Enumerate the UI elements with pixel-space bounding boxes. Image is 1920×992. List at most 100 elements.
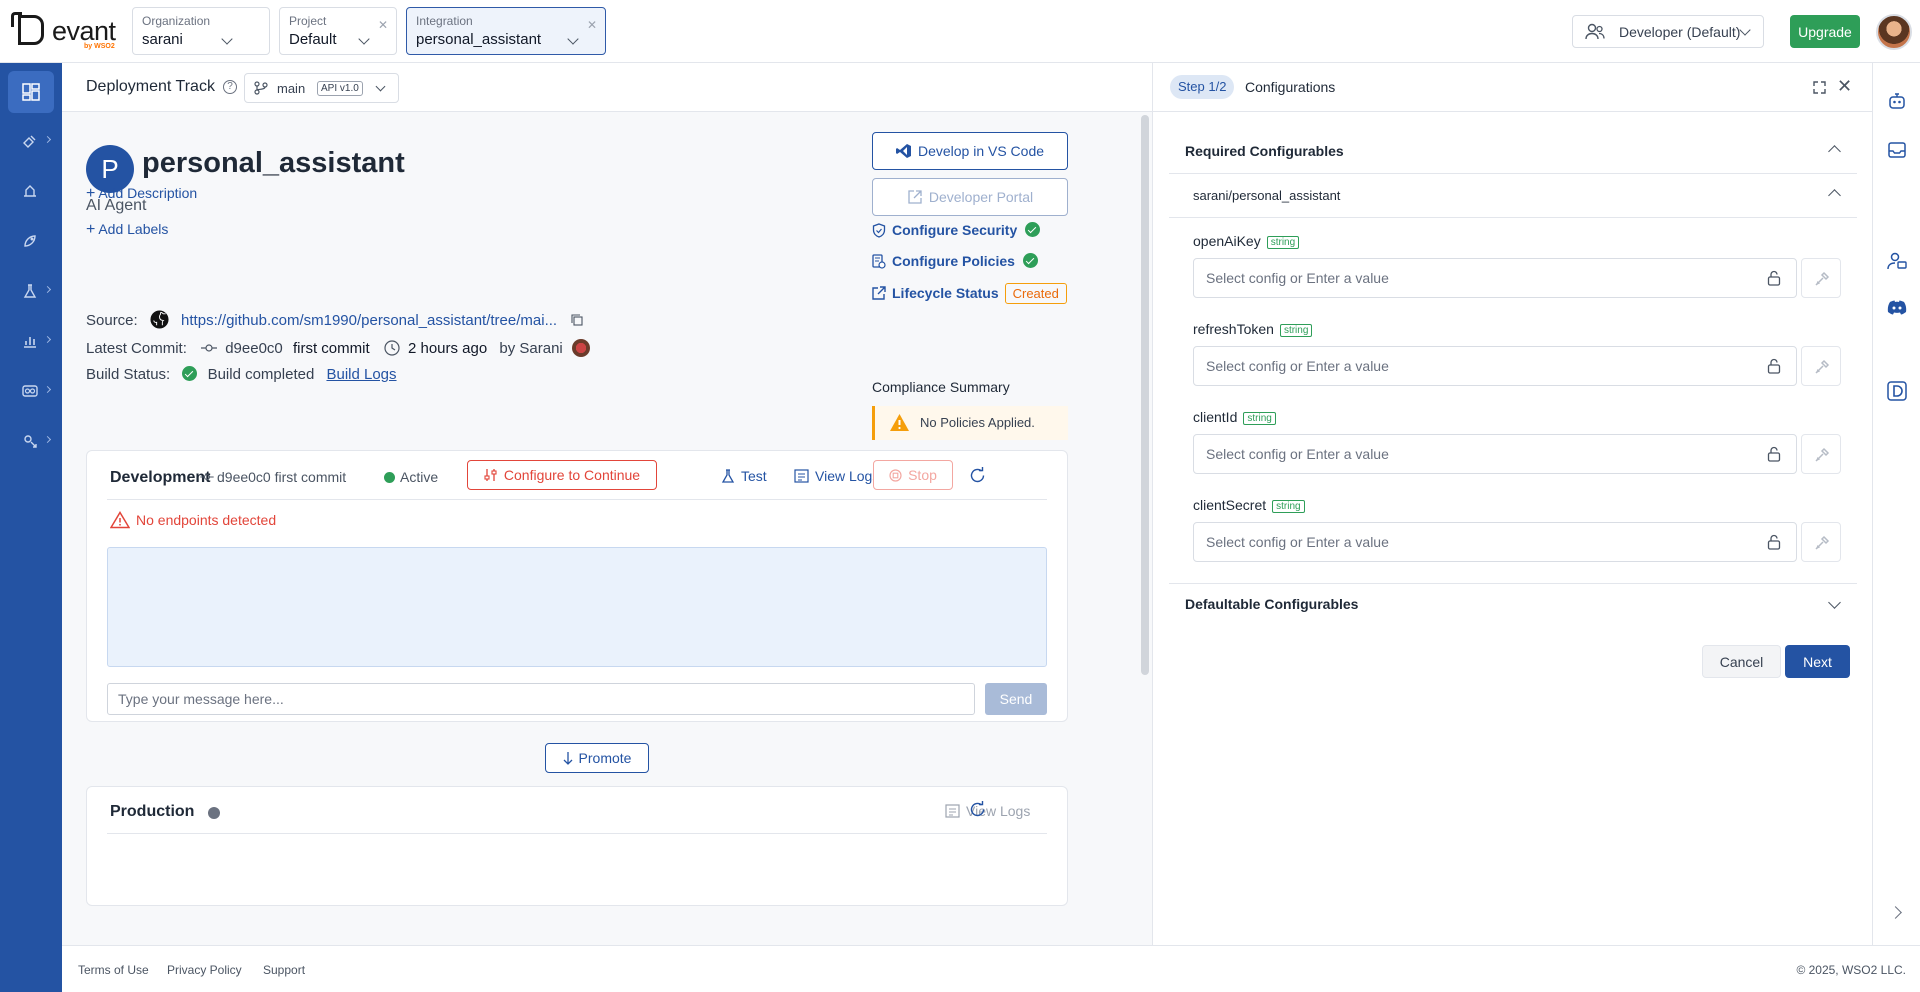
test-label: Test [741,468,767,484]
cancel-button[interactable]: Cancel [1702,645,1781,678]
type-badge: string [1266,236,1300,249]
secret-picker-button[interactable] [1801,434,1841,474]
send-button[interactable]: Send [985,683,1047,715]
rocket-icon [24,235,36,247]
development-commit-text: d9ee0c0 first commit [217,469,347,485]
support-agent-icon[interactable] [1887,251,1907,271]
lifecycle-status-label: Lifecycle Status [892,285,999,301]
nav-test[interactable] [8,271,54,313]
arrow-down-icon [563,752,572,765]
help-icon[interactable]: ? [223,80,237,94]
clientsecret-input[interactable] [1193,522,1797,562]
promote-button[interactable]: Promote [545,743,649,773]
nav-observability[interactable] [8,321,54,363]
refresh-icon[interactable] [969,801,986,818]
configurations-panel: Step 1/2 Configurations ✕ Required Confi… [1152,63,1873,945]
secret-picker-button[interactable] [1801,522,1841,562]
user-avatar[interactable] [1876,14,1912,50]
pipette-icon [1815,359,1830,374]
copy-icon[interactable] [571,314,583,326]
development-status-text: Active [400,469,439,485]
secret-picker-button[interactable] [1801,258,1841,298]
clear-project-icon[interactable]: ✕ [378,18,388,32]
nav-settings[interactable] [8,421,54,463]
view-logs-link[interactable]: View Logs [794,468,879,484]
nav-deploy[interactable] [8,171,54,213]
organization-value: sarani [142,31,183,48]
add-labels-link[interactable]: + Add Labels [86,221,168,239]
upgrade-button[interactable]: Upgrade [1790,15,1860,48]
build-logs-link[interactable]: Build Logs [326,366,396,383]
stop-button[interactable]: Stop [873,460,953,490]
organization-selector[interactable]: Organization sarani [132,7,270,55]
compliance-summary-title: Compliance Summary [872,379,1010,395]
field-label-openaikey: openAiKey string [1193,233,1300,249]
privacy-link[interactable]: Privacy Policy [167,963,242,977]
fullscreen-icon[interactable] [1813,81,1826,94]
deployment-track-title: Deployment Track [86,78,215,95]
type-badge: string [1243,412,1276,425]
build-status-row: Build Status: Build completed Build Logs [86,366,397,383]
plus-icon: + [86,185,96,202]
configure-security-link[interactable]: Configure Security [872,222,1041,238]
support-link[interactable]: Support [263,963,305,977]
defaultable-configurables-header[interactable]: Defaultable Configurables [1169,583,1857,623]
chevron-right-icon [43,285,52,294]
commit-author: by Sarani [499,340,563,357]
copyright: © 2025, WSO2 LLC. [1796,963,1906,977]
clock-icon [384,340,400,356]
lock-icon[interactable] [1767,534,1781,550]
check-circle-icon [182,366,198,381]
add-description-link[interactable]: + Add Description [86,185,197,203]
next-button[interactable]: Next [1785,645,1850,678]
lock-icon[interactable] [1767,358,1781,374]
branch-name: main [277,81,306,96]
close-icon[interactable]: ✕ [1837,76,1852,97]
logo-subtext: by WSO2 [84,43,115,50]
inbox-icon[interactable] [1887,140,1907,160]
commit-hash: d9ee0c0 [225,340,283,357]
nav-overview[interactable] [8,71,54,113]
lifecycle-status-link[interactable]: Lifecycle Status Created [872,283,1067,304]
configure-to-continue-button[interactable]: Configure to Continue [467,460,657,490]
discord-icon[interactable] [1887,300,1907,316]
terms-link[interactable]: Terms of Use [78,963,149,977]
nav-build[interactable] [8,121,54,163]
panel-title: Configurations [1245,79,1336,95]
chat-message-input[interactable] [107,683,975,715]
configure-to-continue-label: Configure to Continue [503,467,641,483]
secret-picker-button[interactable] [1801,346,1841,386]
pipette-icon [1815,271,1830,286]
main-scrollbar[interactable] [1141,115,1149,675]
required-configurables-header[interactable]: Required Configurables [1169,128,1857,174]
developer-portal-button[interactable]: Developer Portal [872,178,1068,216]
robot-icon[interactable] [1887,91,1907,111]
chart-icon [24,337,36,348]
integration-selector[interactable]: Integration personal_assistant ✕ [406,7,606,55]
field-name: clientSecret [1193,497,1267,513]
branch-selector[interactable]: main API v1.0 [244,73,399,103]
expand-rail-icon[interactable] [1889,906,1902,919]
devant-logo[interactable]: evant by WSO2 [11,12,118,50]
project-selector[interactable]: Project Default ✕ [279,7,397,55]
role-value: Developer (Default) [1619,24,1741,40]
role-selector[interactable]: Developer (Default) [1572,15,1764,48]
clientid-input[interactable] [1193,434,1797,474]
develop-in-vscode-button[interactable]: Develop in VS Code [872,132,1068,170]
refresh-icon[interactable] [969,467,986,484]
lock-icon[interactable] [1767,270,1781,286]
clear-integration-icon[interactable]: ✕ [587,18,597,32]
production-view-logs-link[interactable]: View Logs [945,803,1030,819]
source-url-link[interactable]: https://github.com/sm1990/personal_assis… [181,312,557,329]
configure-policies-link[interactable]: Configure Policies [872,253,1038,269]
add-labels-label: Add Labels [98,221,169,237]
nav-manage[interactable] [8,371,54,413]
nav-launch[interactable] [8,221,54,263]
module-header[interactable]: sarani/personal_assistant [1169,174,1857,218]
refreshtoken-input[interactable] [1193,346,1797,386]
manage-icon [22,385,38,397]
devant-docs-icon[interactable] [1887,381,1907,401]
lock-icon[interactable] [1767,446,1781,462]
openaikey-input[interactable] [1193,258,1797,298]
test-link[interactable]: Test [721,468,767,484]
